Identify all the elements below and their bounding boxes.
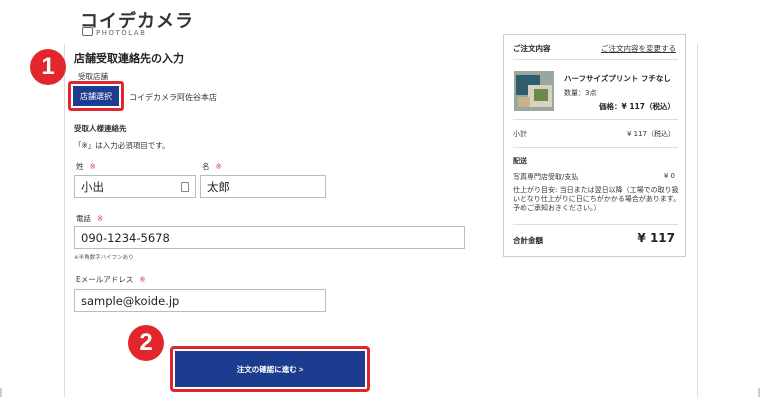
section-title: 店舗受取連絡先の入力 xyxy=(74,52,184,65)
summary-heading: ご注文内容 xyxy=(513,44,551,53)
email-value: sample@koide.jp xyxy=(81,293,180,308)
required-mark: ※ xyxy=(97,214,104,223)
required-note: 「※」は入力必須項目です。 xyxy=(74,141,170,150)
phone-hint: ※半角数字ハイフンあり xyxy=(74,255,134,261)
product-price: 価格：¥ 117（税込） xyxy=(599,102,675,111)
step-badge-1: 1 xyxy=(30,49,66,85)
product-quantity: 数量：3点 xyxy=(564,89,597,97)
phone-label: 電話 ※ xyxy=(76,214,104,223)
camera-icon xyxy=(82,27,93,36)
divider xyxy=(513,224,678,225)
first-name-input[interactable]: 太郎 xyxy=(200,175,326,198)
shipping-value: ¥ 0 xyxy=(663,172,675,180)
selected-store-name: コイデカメラ阿佐谷本店 xyxy=(129,93,217,102)
shipping-method: 写真専門店受取/支払 xyxy=(513,173,579,181)
email-input[interactable]: sample@koide.jp xyxy=(74,289,326,312)
product-name: ハーフサイズプリント フチなし xyxy=(564,74,671,83)
total-value: ¥ 117 xyxy=(637,231,675,245)
shipping-label: 配送 xyxy=(513,157,527,165)
last-name-value: 小出 xyxy=(81,179,104,194)
autofill-icon[interactable] xyxy=(181,182,189,192)
store-select-button[interactable]: 店舗選択 xyxy=(73,86,119,106)
last-name-input[interactable]: 小出 xyxy=(74,175,196,198)
required-mark: ※ xyxy=(215,162,222,171)
order-summary: ご注文内容 ご注文内容を変更する ハーフサイズプリント フチなし 数量：3点 価… xyxy=(503,34,686,257)
contact-heading: 受取人様連絡先 xyxy=(74,124,127,133)
divider xyxy=(513,59,678,60)
step-badge-2: 2 xyxy=(128,325,164,361)
shipping-note: 仕上がり目安: 当日または翌日以降（工場での取り扱いとなり仕上がりに日にちがかか… xyxy=(513,186,681,212)
first-name-label: 名 ※ xyxy=(202,162,222,171)
logo-subtitle: PHOTOLAB xyxy=(96,29,147,37)
required-mark: ※ xyxy=(89,162,96,171)
subtotal-value: ¥ 117（税込） xyxy=(626,130,675,138)
subtotal-label: 小計 xyxy=(513,130,527,138)
phone-input[interactable]: 090-1234-5678 xyxy=(74,226,465,249)
total-label: 合計金額 xyxy=(513,236,543,245)
divider xyxy=(513,147,678,148)
divider xyxy=(513,119,678,120)
required-mark: ※ xyxy=(139,275,146,284)
first-name-value: 太郎 xyxy=(207,179,230,194)
proceed-to-confirm-button[interactable]: 注文の確認に進む > xyxy=(175,351,365,387)
email-label: Eメールアドレス ※ xyxy=(76,275,146,284)
change-order-link[interactable]: ご注文内容を変更する xyxy=(601,43,676,54)
edge-marker-left xyxy=(0,388,2,397)
phone-value: 090-1234-5678 xyxy=(81,230,170,245)
last-name-label: 姓 ※ xyxy=(76,162,96,171)
product-thumbnail xyxy=(514,71,554,111)
